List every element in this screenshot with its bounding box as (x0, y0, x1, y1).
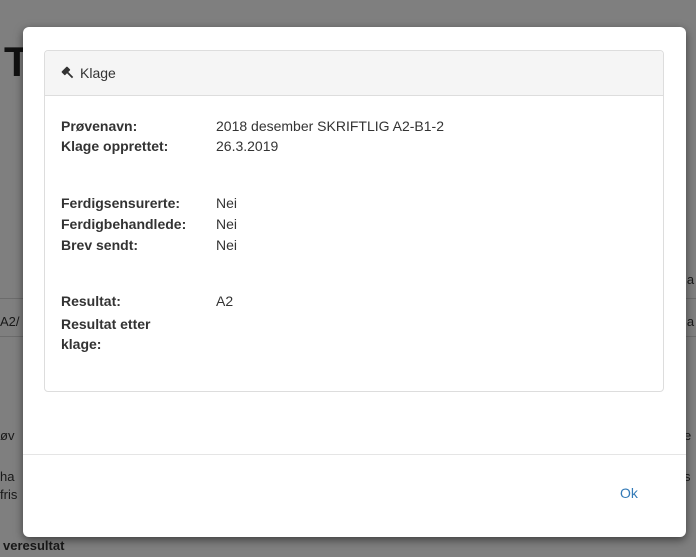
klage-panel: Klage Prøvenavn: 2018 desember SKRIFTLIG… (44, 50, 664, 392)
field-label: Brev sendt: (61, 237, 139, 253)
field-row-resultat-etter-klage: Resultat etter klage: (61, 314, 216, 354)
field-label: Resultat: (61, 293, 121, 309)
field-value: 2018 desember SKRIFTLIG A2-B1-2 (216, 118, 444, 134)
panel-title: Klage (80, 65, 116, 81)
field-value: A2 (216, 293, 234, 309)
field-label: Prøvenavn: (61, 118, 138, 134)
field-value: Nei (216, 216, 238, 232)
field-row-brev-sendt: Brev sendt: Nei (61, 235, 237, 255)
field-label: Klage opprettet: (61, 138, 169, 154)
field-row-klage-opprettet: Klage opprettet: 26.3.2019 (61, 136, 278, 156)
field-label: Resultat etter klage: (61, 316, 151, 352)
modal-footer-divider (23, 454, 686, 455)
field-label: Ferdigsensurerte: (61, 195, 181, 211)
field-row-resultat: Resultat: A2 (61, 291, 233, 311)
field-row-ferdigsensurerte: Ferdigsensurerte: Nei (61, 193, 237, 213)
field-row-ferdigbehandlede: Ferdigbehandlede: Nei (61, 214, 237, 234)
field-value: Nei (216, 195, 238, 211)
panel-heading: Klage (45, 51, 663, 96)
klage-modal: Klage Prøvenavn: 2018 desember SKRIFTLIG… (23, 27, 686, 537)
ok-button[interactable]: Ok (620, 485, 638, 501)
field-value: 26.3.2019 (216, 138, 279, 154)
gavel-icon (61, 66, 75, 80)
field-value: Nei (216, 237, 238, 253)
field-row-provenavn: Prøvenavn: 2018 desember SKRIFTLIG A2-B1… (61, 116, 444, 136)
field-label: Ferdigbehandlede: (61, 216, 187, 232)
